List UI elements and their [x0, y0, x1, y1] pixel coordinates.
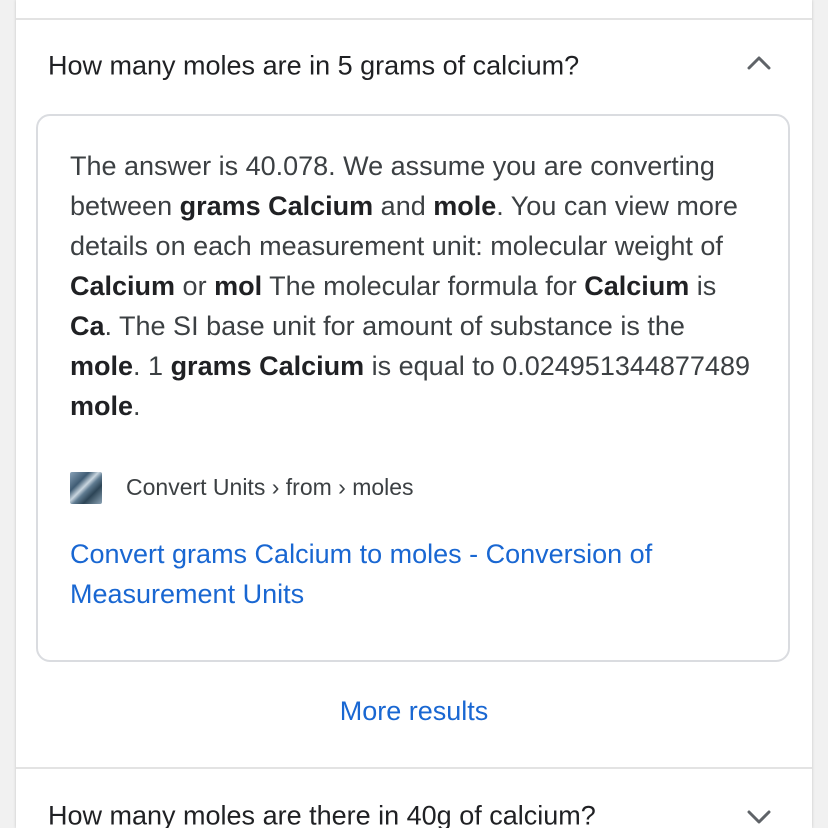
answer-text-segment: . The SI base unit for amount of substan… [104, 311, 685, 341]
more-results-link[interactable]: More results [16, 696, 812, 727]
answer-text-segment: The molecular formula for [262, 271, 585, 301]
answer-text-segment: . 1 [133, 351, 171, 381]
question-row-expanded[interactable]: How many moles are in 5 grams of calcium… [16, 34, 812, 98]
answer-bold-term: mole [70, 391, 134, 421]
source-breadcrumb[interactable]: Convert Units › from › moles [126, 474, 414, 501]
answer-bold-term: mole [433, 191, 497, 221]
divider [16, 767, 812, 769]
answer-panel: The answer is 40.078. We assume you are … [36, 114, 790, 662]
answer-text-segment: and [373, 191, 434, 221]
answer-bold-term: mole [70, 351, 134, 381]
answer-bold-term: Ca [70, 311, 105, 341]
answer-text-segment: . [133, 391, 141, 421]
answer-bold-term: Calcium [584, 271, 690, 301]
answer-bold-term: mol [214, 271, 263, 301]
answer-bold-term: grams Calcium [170, 351, 365, 381]
answer-bold-term: grams Calcium [179, 191, 374, 221]
result-link[interactable]: Convert grams Calcium to moles - Convers… [70, 534, 760, 614]
page: How many moles are in 5 grams of calcium… [0, 0, 828, 828]
answer-text-segment: or [175, 271, 215, 301]
answer-text-segment: is equal to 0.024951344877489 [364, 351, 750, 381]
answer-text: The answer is 40.078. We assume you are … [70, 146, 760, 426]
divider [16, 18, 812, 20]
chevron-up-icon[interactable] [746, 50, 772, 76]
question-text: How many moles are there in 40g of calci… [48, 800, 596, 828]
question-row-collapsed[interactable]: How many moles are there in 40g of calci… [16, 784, 812, 828]
site-favicon-icon [70, 472, 102, 504]
source-row[interactable]: Convert Units › from › moles [70, 472, 760, 506]
answer-text-segment: is [689, 271, 717, 301]
chevron-down-icon[interactable] [746, 804, 772, 828]
answer-bold-term: Calcium [70, 271, 176, 301]
question-text: How many moles are in 5 grams of calcium… [48, 50, 580, 81]
related-questions-card: How many moles are in 5 grams of calcium… [16, 0, 812, 828]
